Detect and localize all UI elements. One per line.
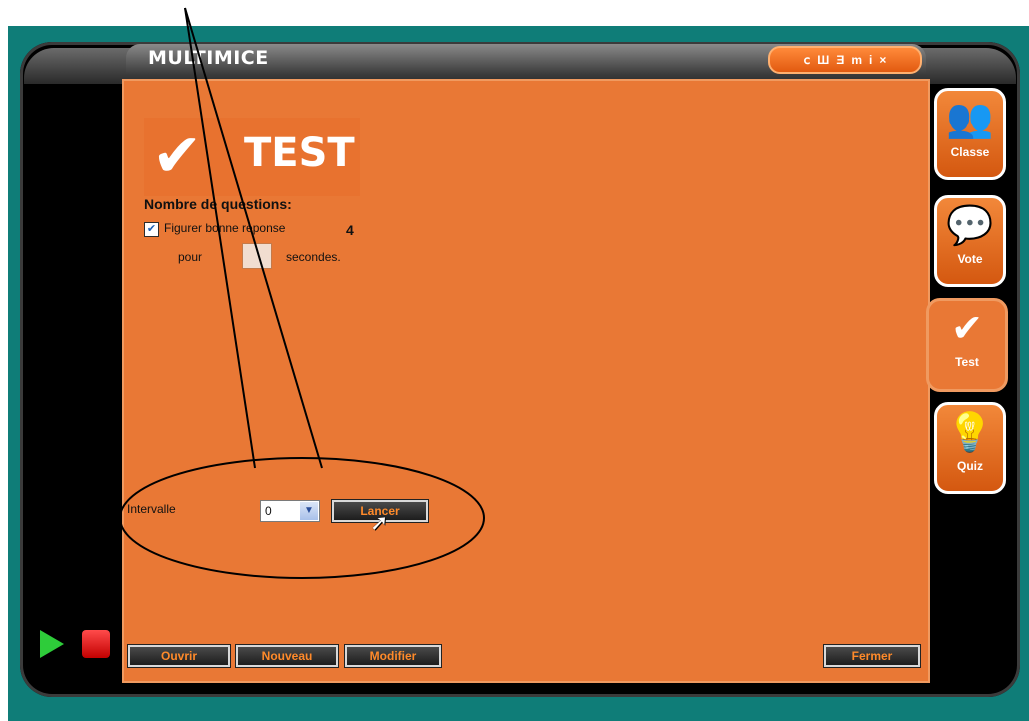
callout-line-left — [184, 7, 256, 469]
callout-line-right — [184, 7, 323, 469]
callout-ellipse — [119, 457, 485, 579]
callout-annotation — [119, 7, 485, 579]
